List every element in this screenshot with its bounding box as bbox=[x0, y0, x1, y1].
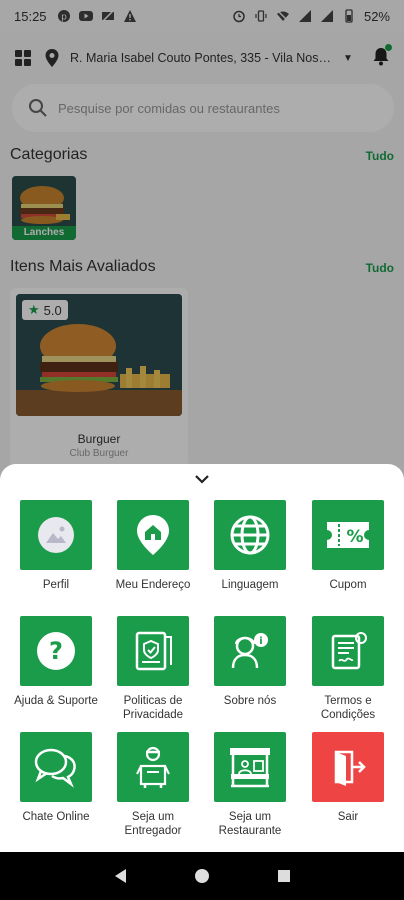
system-nav-bar bbox=[0, 852, 404, 900]
help-icon: ? bbox=[37, 632, 75, 670]
menu-item-address[interactable]: Meu Endereço bbox=[105, 500, 201, 592]
menu-item-privacy[interactable]: Politicas de Privacidade bbox=[105, 616, 201, 722]
about-us-icon: i bbox=[231, 633, 268, 669]
home-pin-icon bbox=[137, 515, 169, 555]
profile-image-icon bbox=[38, 517, 74, 553]
delivery-man-icon bbox=[136, 746, 170, 788]
restaurant-stall-icon bbox=[230, 748, 270, 788]
terms-icon bbox=[331, 632, 367, 670]
menu-item-chat[interactable]: Chate Online bbox=[8, 732, 104, 824]
coupon-icon: % bbox=[327, 522, 369, 548]
svg-text:i: i bbox=[259, 636, 262, 647]
logout-icon bbox=[334, 750, 366, 786]
menu-item-restaurant[interactable]: Seja um Restaurante bbox=[202, 732, 298, 838]
svg-text:?: ? bbox=[49, 637, 63, 665]
menu-item-profile[interactable]: Perfil bbox=[8, 500, 104, 592]
menu-item-help[interactable]: ? Ajuda & Suporte bbox=[8, 616, 104, 708]
privacy-policy-icon bbox=[135, 631, 172, 671]
back-icon[interactable] bbox=[112, 867, 128, 885]
globe-icon bbox=[230, 515, 270, 555]
menu-item-logout[interactable]: Sair bbox=[300, 732, 396, 824]
svg-text:%: % bbox=[346, 527, 363, 547]
home-icon[interactable] bbox=[193, 867, 211, 885]
menu-bottom-sheet: Perfil Meu Endereço Linguagem % Cupom ? … bbox=[0, 464, 404, 852]
menu-item-about[interactable]: i Sobre nós bbox=[202, 616, 298, 708]
menu-item-language[interactable]: Linguagem bbox=[202, 500, 298, 592]
chevron-down-icon[interactable] bbox=[193, 472, 211, 486]
menu-item-delivery[interactable]: Seja um Entregador bbox=[105, 732, 201, 838]
recents-icon[interactable] bbox=[276, 868, 292, 884]
chat-icon bbox=[34, 748, 76, 788]
menu-item-terms[interactable]: Termos e Condições bbox=[300, 616, 396, 722]
menu-item-coupon[interactable]: % Cupom bbox=[300, 500, 396, 592]
